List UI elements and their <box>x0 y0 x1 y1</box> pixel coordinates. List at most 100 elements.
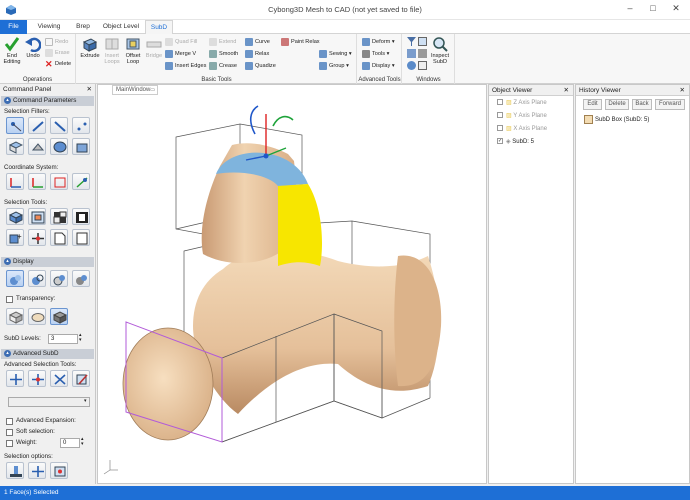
filter-icon[interactable] <box>407 37 416 46</box>
history-edit-button[interactable]: Edit <box>583 99 602 110</box>
redo-button[interactable]: Redo <box>45 37 68 47</box>
list-icon[interactable] <box>418 61 427 70</box>
display-section-header[interactable]: ▴ Display <box>1 257 94 267</box>
sewing-button[interactable]: Sewing ▾ <box>319 49 352 59</box>
transparency-checkbox[interactable] <box>6 296 13 303</box>
display-wire-button[interactable] <box>50 270 68 287</box>
transparency-solid-button[interactable] <box>50 308 68 325</box>
advanced-expansion-checkbox[interactable] <box>6 418 13 425</box>
insert-edges-button[interactable]: Insert Edges <box>165 61 206 71</box>
weight-input[interactable]: 0 <box>60 438 80 448</box>
curve-button[interactable]: Curve <box>245 37 270 47</box>
tools-button[interactable]: Tools ▾ <box>362 49 389 59</box>
select-grow-button[interactable] <box>28 208 46 225</box>
object-checkbox[interactable] <box>497 112 503 119</box>
crease-button[interactable]: Crease <box>209 61 237 71</box>
sel-option-2-button[interactable] <box>28 462 46 479</box>
deform-button[interactable]: Deform ▾ <box>362 37 395 47</box>
close-icon[interactable]: ✕ <box>668 3 684 14</box>
weight-spinner-icon[interactable]: ▴ ▾ <box>81 437 84 447</box>
tab-brep[interactable]: Brep <box>68 20 98 34</box>
network-icon[interactable] <box>407 61 416 70</box>
adv-select-1-button[interactable] <box>6 370 24 387</box>
object-item-z-plane[interactable]: ▨ Z Axis Plane <box>497 98 547 108</box>
display-menu-button[interactable]: Display ▾ <box>362 61 395 71</box>
history-item[interactable]: SubD Box (SubD: 5) <box>584 115 649 125</box>
sel-option-3-button[interactable] <box>50 462 68 479</box>
history-delete-button[interactable]: Delete <box>605 99 629 110</box>
filter-edge-button[interactable] <box>28 117 46 134</box>
panel-close-icon[interactable]: ✕ <box>87 84 92 95</box>
subd-shape[interactable] <box>122 143 442 441</box>
quad-fill-button[interactable]: Quad Fill <box>165 37 197 47</box>
transparency-cube-button[interactable] <box>6 308 24 325</box>
select-box-button[interactable] <box>6 208 24 225</box>
tab-file[interactable]: File <box>0 20 27 34</box>
tab-subd[interactable]: SubD <box>145 20 173 34</box>
filter-vertex-button[interactable] <box>6 117 24 134</box>
maximize-icon[interactable]: □ <box>645 3 661 13</box>
adv-select-3-button[interactable] <box>50 370 68 387</box>
adv-select-4-button[interactable] <box>72 370 90 387</box>
viewport-3d[interactable] <box>98 96 486 483</box>
merge-v-button[interactable]: Merge V <box>165 49 196 59</box>
relax-button[interactable]: Relax <box>245 49 269 59</box>
end-editing-button[interactable]: End Editing <box>1 36 23 65</box>
offset-loop-button[interactable]: Offset Loop <box>122 36 144 65</box>
pin-icon[interactable]: ▭ <box>150 86 155 95</box>
display-flat-button[interactable] <box>72 270 90 287</box>
filter-shell-button[interactable] <box>72 138 90 155</box>
erase-button[interactable]: Erase <box>45 48 70 58</box>
main-window-tab[interactable]: MainWindow ▭ <box>112 85 158 95</box>
select-page-button[interactable] <box>50 229 68 246</box>
display-smooth-button[interactable] <box>6 270 24 287</box>
select-blank-button[interactable] <box>72 229 90 246</box>
object-item-y-plane[interactable]: ▨ Y Axis Plane <box>497 111 547 121</box>
subd-levels-spinner-icon[interactable]: ▴ ▾ <box>79 333 82 343</box>
coord-view-button[interactable] <box>50 173 68 190</box>
object-checkbox[interactable] <box>497 99 503 106</box>
command-params-header[interactable]: ▴ Command Parameters <box>1 96 94 106</box>
object-checkbox-checked[interactable]: ✓ <box>497 138 503 145</box>
smooth-button[interactable]: Smooth <box>209 49 238 59</box>
object-item-subd[interactable]: ✓ ◈ SubD: 5 <box>497 137 534 147</box>
delete-button[interactable]: ✕ Delete <box>45 59 71 69</box>
filter-points-button[interactable] <box>72 117 90 134</box>
coord-custom-button[interactable] <box>72 173 90 190</box>
transparency-sphere-button[interactable] <box>28 308 46 325</box>
group-menu-button[interactable]: Group ▾ <box>319 61 349 71</box>
paint-relax-button[interactable]: Paint Relax <box>281 37 320 47</box>
extend-button[interactable]: Extend <box>209 37 236 47</box>
quadize-button[interactable]: Quadize <box>245 61 276 71</box>
select-checker-button[interactable] <box>50 208 68 225</box>
inspect-subd-button[interactable]: Inspect SubD <box>429 36 451 65</box>
display-cage-button[interactable] <box>28 270 46 287</box>
adv-select-2-button[interactable] <box>28 370 46 387</box>
history-viewer-close-icon[interactable]: ✕ <box>680 85 685 96</box>
history-forward-button[interactable]: Forward <box>655 99 685 110</box>
object-item-x-plane[interactable]: ▨ X Axis Plane <box>497 124 547 134</box>
object-viewer-close-icon[interactable]: ✕ <box>564 85 569 96</box>
bridge-button[interactable]: Bridge <box>143 36 165 59</box>
hierarchy-icon[interactable] <box>407 49 416 58</box>
subd-levels-input[interactable]: 3 <box>48 334 78 344</box>
tab-object-level[interactable]: Object Level <box>98 20 144 34</box>
history-back-button[interactable]: Back <box>632 99 652 110</box>
select-move-button[interactable] <box>28 229 46 246</box>
advanced-subd-header[interactable]: ▴ Advanced SubD <box>1 349 94 359</box>
sel-option-1-button[interactable] <box>6 462 24 479</box>
filter-object-button[interactable] <box>28 138 46 155</box>
insert-loops-button[interactable]: Insert Loops <box>101 36 123 65</box>
coord-local-button[interactable] <box>28 173 46 190</box>
undo-button[interactable]: Undo <box>22 36 44 59</box>
filter-face-button[interactable] <box>6 138 24 155</box>
coord-world-button[interactable] <box>6 173 24 190</box>
tab-viewing[interactable]: Viewing <box>30 20 68 34</box>
grid-icon[interactable] <box>418 37 427 46</box>
extrude-button[interactable]: Extrude <box>79 36 101 59</box>
adv-selection-dropdown[interactable] <box>8 397 90 407</box>
object-checkbox[interactable] <box>497 125 503 132</box>
camera-icon[interactable] <box>418 49 427 58</box>
soft-selection-checkbox[interactable] <box>6 429 13 436</box>
filter-line-button[interactable] <box>50 117 68 134</box>
